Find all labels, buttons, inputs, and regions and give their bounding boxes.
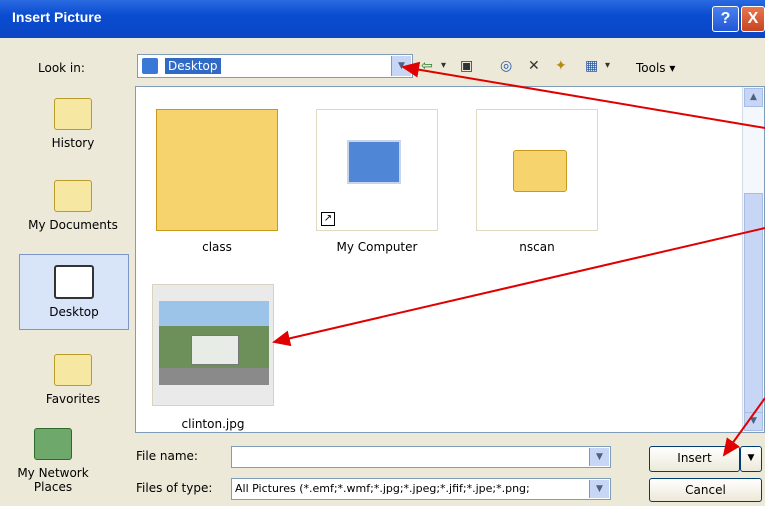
window-title: Insert Picture [12,9,102,25]
place-history[interactable]: History [18,98,128,150]
place-network[interactable]: My Network Places [8,428,98,494]
place-label: History [51,136,95,150]
look-in-label: Look in: [38,61,85,75]
search-web-icon[interactable]: ◎ [500,57,512,75]
new-folder-icon[interactable]: ✦ [555,57,567,75]
folder-icon [476,109,598,231]
file-type-select[interactable]: All Pictures (*.emf;*.wmf;*.jpg;*.jpeg;*… [231,478,611,500]
chevron-down-icon[interactable]: ▼ [589,480,609,498]
file-name-field[interactable]: ▼ [231,446,611,468]
close-button[interactable]: X [741,6,765,32]
chevron-down-icon[interactable]: ▾ [441,57,446,75]
scroll-down-button[interactable]: ▼ [744,412,763,431]
scroll-up-button[interactable]: ▲ [744,88,763,107]
file-type-value: All Pictures (*.emf;*.wmf;*.jpg;*.jpeg;*… [235,482,530,495]
history-icon [54,98,92,130]
file-name-label: File name: [136,449,198,463]
file-name: nscan [519,240,555,254]
vertical-scrollbar[interactable]: ▲ ▼ [742,87,764,432]
place-label: My Network Places [17,466,89,494]
folder-icon [156,109,278,231]
place-desktop[interactable]: Desktop [19,254,129,330]
favorites-icon [54,354,92,386]
desktop-icon [54,265,94,299]
cancel-button[interactable]: Cancel [649,478,762,502]
insert-button[interactable]: Insert [649,446,740,472]
look-in-value: Desktop [165,58,221,74]
chevron-down-icon[interactable]: ▼ [391,56,411,76]
place-label: Favorites [45,392,101,406]
documents-icon [54,180,92,212]
insert-dropdown-button[interactable]: ▼ [740,446,762,472]
place-my-documents[interactable]: My Documents [18,180,128,232]
chevron-down-icon[interactable]: ▾ [605,57,610,75]
image-thumbnail [152,284,274,406]
place-label: Desktop [49,305,99,319]
back-icon[interactable]: ⇦ [421,57,433,75]
places-bar: History My Documents Desktop Favorites M… [0,86,129,500]
up-folder-icon[interactable]: ▣ [460,57,473,75]
place-label: My Documents [28,218,118,232]
help-button[interactable]: ? [712,6,739,32]
scroll-thumb[interactable] [744,193,763,421]
look-in-combo[interactable]: Desktop ▼ [137,54,413,78]
views-icon[interactable]: ▦ [585,57,598,75]
file-list: class ↗ My Computer nscan clinton.jpg ▲ … [135,86,765,433]
place-favorites[interactable]: Favorites [18,354,128,406]
file-name: class [202,240,232,254]
delete-icon[interactable]: ✕ [528,57,540,75]
title-bar: Insert Picture ? X [0,0,765,38]
tools-menu[interactable]: Tools ▾ [636,61,675,75]
computer-icon: ↗ [316,109,438,231]
file-name: clinton.jpg [181,417,245,431]
network-icon [34,428,72,460]
desktop-icon [142,58,158,74]
chevron-down-icon[interactable]: ▼ [589,448,609,466]
tools-label: Tools [636,61,666,75]
file-name: My Computer [336,240,418,254]
file-type-label: Files of type: [136,481,213,495]
